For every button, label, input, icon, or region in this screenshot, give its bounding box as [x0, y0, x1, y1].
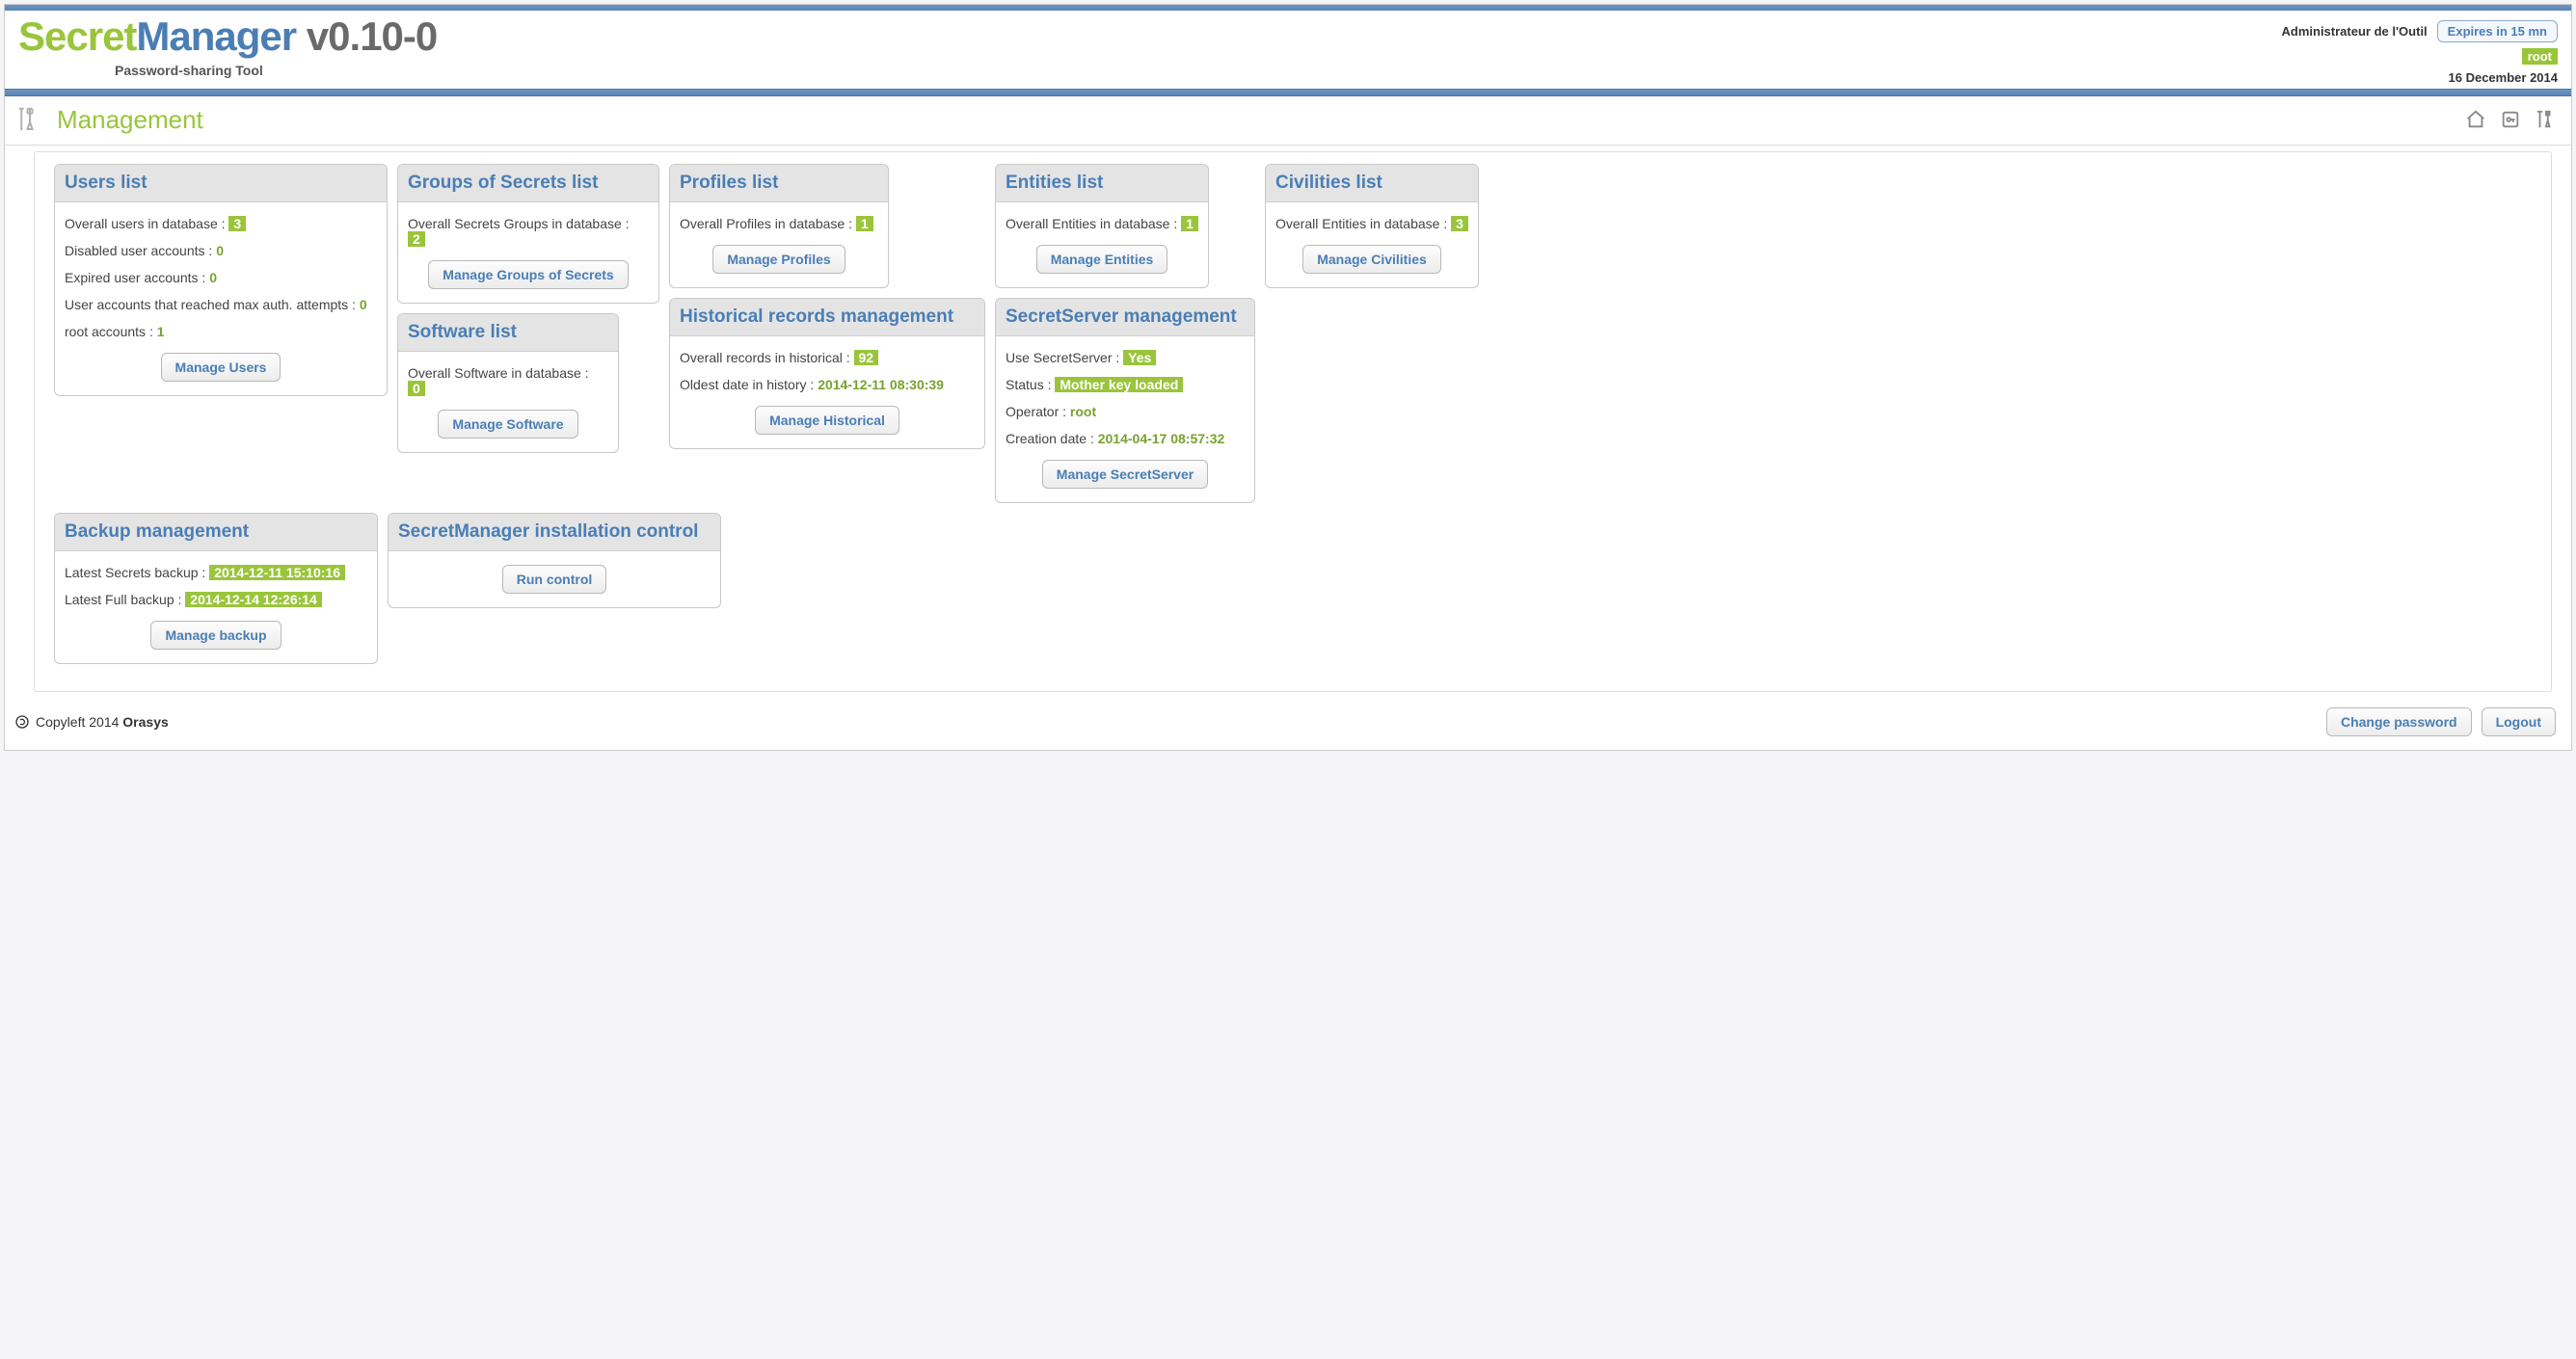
card-groups: Groups of Secrets list Overall Secrets G…	[397, 164, 659, 304]
manage-civilities-button[interactable]: Manage Civilities	[1302, 245, 1441, 274]
card-civilities-title: Civilities list	[1275, 173, 1382, 193]
logo-version: v0.10-0	[296, 13, 437, 59]
card-profiles-title: Profiles list	[680, 173, 778, 193]
hist-records-value: 92	[854, 350, 879, 365]
manage-profiles-button[interactable]: Manage Profiles	[712, 245, 845, 274]
card-historical: Historical records management Overall re…	[669, 298, 985, 449]
users-expired-value: 0	[209, 270, 217, 285]
profiles-overall-value: 1	[856, 216, 873, 231]
current-user: Administrateur de l'Outil	[2282, 24, 2428, 39]
civilities-overall-label: Overall Entities in database :	[1275, 216, 1451, 231]
users-overall-label: Overall users in database :	[65, 216, 228, 231]
manage-backup-button[interactable]: Manage backup	[150, 621, 281, 650]
ss-creation-label: Creation date :	[1006, 431, 1098, 446]
header: SecretManager v0.10-0 Password-sharing T…	[5, 11, 2571, 89]
card-secretserver-title: SecretServer management	[1006, 306, 1237, 327]
manage-secretserver-button[interactable]: Manage SecretServer	[1042, 460, 1208, 489]
hist-records-label: Overall records in historical :	[680, 350, 854, 365]
ss-use-label: Use SecretServer :	[1006, 350, 1123, 365]
section-title: Management	[57, 105, 203, 135]
logo: SecretManager v0.10-0 Password-sharing T…	[18, 14, 437, 85]
card-entities: Entities list Overall Entities in databa…	[995, 164, 1209, 288]
hist-oldest-label: Oldest date in history :	[680, 377, 818, 392]
session-expires-button[interactable]: Expires in 15 mn	[2437, 20, 2558, 42]
key-icon[interactable]	[2498, 107, 2523, 132]
users-overall-value: 3	[228, 216, 246, 231]
card-profiles: Profiles list Overall Profiles in databa…	[669, 164, 889, 288]
footer-brand: Orasys	[122, 714, 168, 730]
backup-secrets-label: Latest Secrets backup :	[65, 565, 209, 580]
users-maxauth-value: 0	[360, 297, 367, 312]
ss-operator-value: root	[1070, 404, 1096, 419]
card-civilities: Civilities list Overall Entities in data…	[1265, 164, 1479, 288]
entities-overall-value: 1	[1181, 216, 1198, 231]
groups-overall-label: Overall Secrets Groups in database :	[408, 216, 630, 231]
backup-full-value: 2014-12-14 12:26:14	[185, 592, 322, 607]
users-maxauth-label: User accounts that reached max auth. att…	[65, 297, 360, 312]
backup-secrets-value: 2014-12-11 15:10:16	[209, 565, 345, 580]
content-area: Users list Overall users in database : 3…	[34, 151, 2552, 692]
ss-operator-label: Operator :	[1006, 404, 1070, 419]
card-groups-title: Groups of Secrets list	[408, 173, 598, 193]
civilities-overall-value: 3	[1451, 216, 1468, 231]
card-install-title: SecretManager installation control	[398, 521, 698, 542]
card-backup-title: Backup management	[65, 521, 249, 542]
run-control-button[interactable]: Run control	[502, 565, 607, 594]
header-date: 16 December 2014	[2282, 70, 2559, 85]
card-secretserver: SecretServer management Use SecretServer…	[995, 298, 1255, 503]
manage-historical-button[interactable]: Manage Historical	[755, 406, 899, 435]
ss-status-value: Mother key loaded	[1055, 377, 1183, 392]
software-overall-label: Overall Software in database :	[408, 365, 589, 381]
ss-status-label: Status :	[1006, 377, 1055, 392]
card-software-title: Software list	[408, 322, 517, 342]
logo-manager: Manager	[136, 13, 296, 59]
ss-use-value: Yes	[1123, 350, 1156, 365]
card-entities-title: Entities list	[1006, 173, 1103, 193]
manage-users-button[interactable]: Manage Users	[161, 353, 282, 382]
card-software: Software list Overall Software in databa…	[397, 313, 619, 453]
users-root-value: 1	[157, 324, 165, 339]
entities-overall-label: Overall Entities in database :	[1006, 216, 1181, 231]
software-overall-value: 0	[408, 381, 425, 396]
backup-full-label: Latest Full backup :	[65, 592, 185, 607]
card-install: SecretManager installation control Run c…	[388, 513, 721, 608]
users-disabled-value: 0	[216, 243, 224, 258]
manage-groups-button[interactable]: Manage Groups of Secrets	[428, 260, 628, 289]
manage-software-button[interactable]: Manage Software	[438, 410, 577, 439]
profiles-overall-label: Overall Profiles in database :	[680, 216, 856, 231]
card-backup: Backup management Latest Secrets backup …	[54, 513, 378, 664]
copyleft-icon	[14, 714, 30, 730]
hist-oldest-value: 2014-12-11 08:30:39	[818, 377, 944, 392]
users-root-label: root accounts :	[65, 324, 157, 339]
change-password-button[interactable]: Change password	[2326, 707, 2472, 736]
card-historical-title: Historical records management	[680, 306, 953, 327]
tools-icon	[14, 104, 45, 135]
home-icon[interactable]	[2463, 107, 2488, 132]
settings-icon[interactable]	[2533, 107, 2558, 132]
logout-button[interactable]: Logout	[2482, 707, 2556, 736]
footer: Copyleft 2014 Orasys Change password Log…	[5, 698, 2571, 750]
users-disabled-label: Disabled user accounts :	[65, 243, 216, 258]
logo-secret: Secret	[18, 13, 136, 59]
footer-copyleft: Copyleft 2014	[36, 714, 122, 730]
ss-creation-value: 2014-04-17 08:57:32	[1098, 431, 1225, 446]
card-users-title: Users list	[65, 173, 148, 193]
groups-overall-value: 2	[408, 231, 425, 247]
section-bar: Management	[5, 96, 2571, 146]
manage-entities-button[interactable]: Manage Entities	[1036, 245, 1168, 274]
logo-subtitle: Password-sharing Tool	[18, 63, 437, 78]
root-badge: root	[2522, 48, 2558, 65]
card-users: Users list Overall users in database : 3…	[54, 164, 388, 396]
users-expired-label: Expired user accounts :	[65, 270, 209, 285]
